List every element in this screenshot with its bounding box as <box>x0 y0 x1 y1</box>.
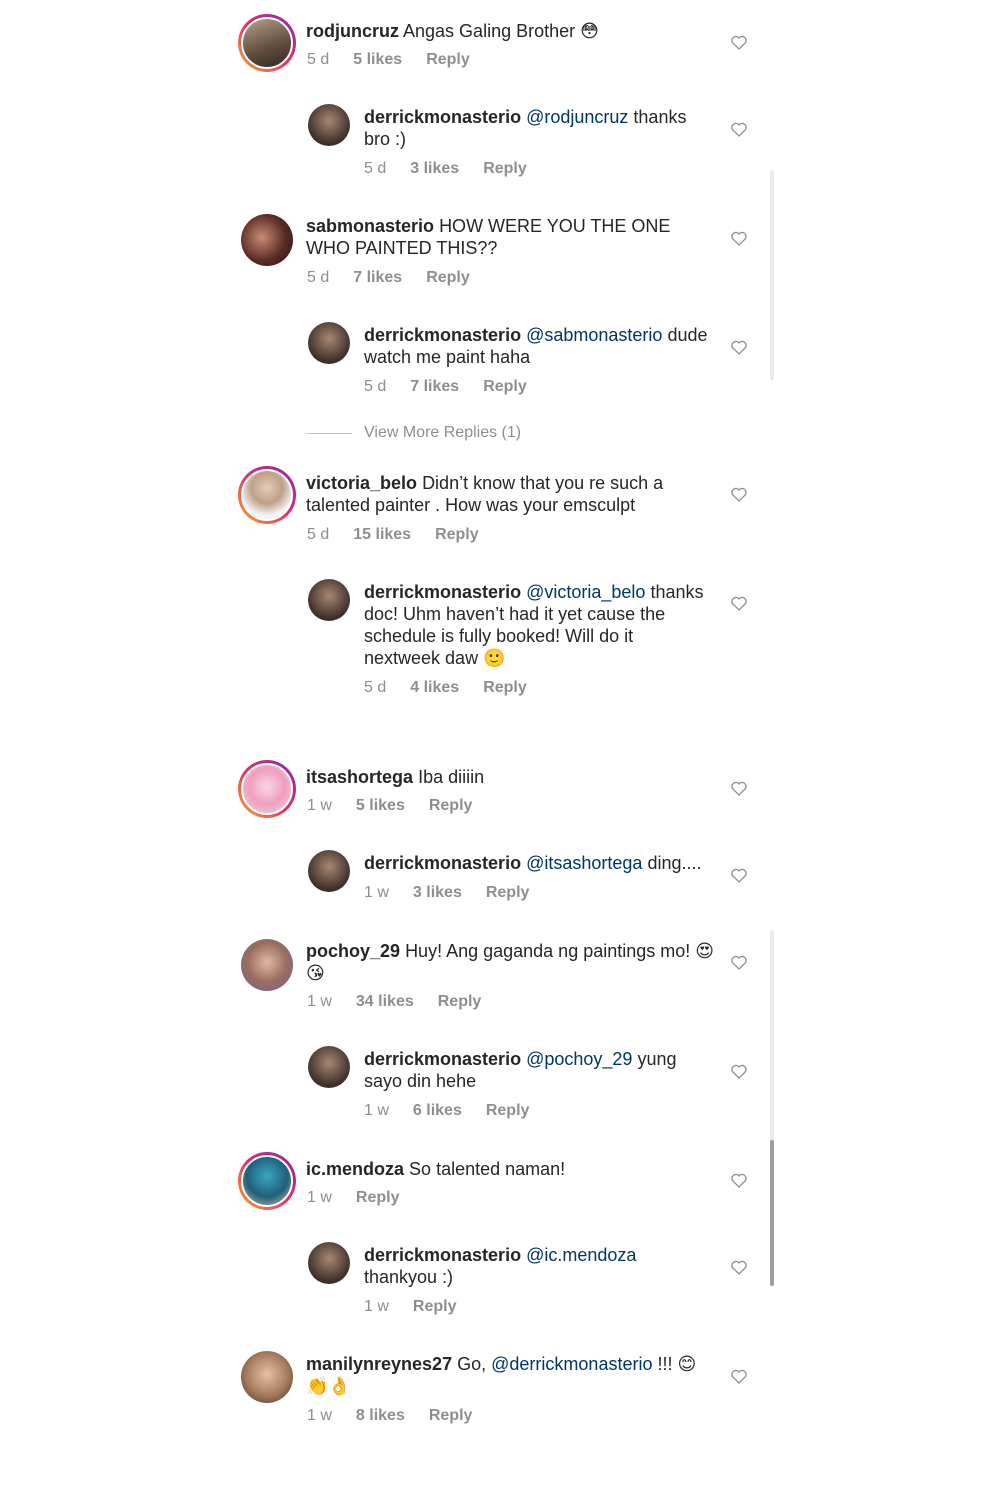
comment-username[interactable]: ic.mendoza <box>306 1159 404 1179</box>
comment-likes[interactable]: 7 likes <box>353 269 402 287</box>
comment-time: 1 w <box>364 1102 389 1119</box>
scrollbar-thumb[interactable] <box>770 1140 774 1286</box>
avatar[interactable] <box>241 939 293 991</box>
avatar[interactable] <box>238 1152 296 1210</box>
reply-button[interactable]: Reply <box>426 269 470 287</box>
mention-link[interactable]: @itsashortega <box>526 853 642 873</box>
comment-time: 5 d <box>307 51 330 68</box>
avatar[interactable] <box>308 104 350 146</box>
comment-time: 1 w <box>307 1189 332 1206</box>
heart-outline-icon[interactable] <box>730 780 748 796</box>
comment-text-after: !!! <box>657 1354 673 1374</box>
heart-outline-icon[interactable] <box>730 486 748 502</box>
mention-link[interactable]: @sabmonasterio <box>526 325 662 345</box>
emoji: 😳 <box>580 21 599 41</box>
comment-text: So talented naman! <box>409 1159 566 1179</box>
comment-likes[interactable]: 6 likes <box>413 1102 462 1120</box>
heart-outline-icon[interactable] <box>730 1063 748 1079</box>
mention-link[interactable]: @pochoy_29 <box>526 1049 632 1069</box>
heart-outline-icon[interactable] <box>730 595 748 611</box>
avatar[interactable] <box>308 1046 350 1088</box>
comment-text: Huy! Ang gaganda ng paintings mo! <box>405 941 691 961</box>
emoji: 🙂 <box>483 648 506 668</box>
comment-time: 1 w <box>307 993 332 1010</box>
heart-outline-icon[interactable] <box>730 230 748 246</box>
heart-outline-icon[interactable] <box>730 339 748 355</box>
comment-likes[interactable]: 5 likes <box>356 797 405 815</box>
scrollbar-track[interactable] <box>770 170 774 380</box>
comment-username[interactable]: derrickmonasterio <box>364 853 521 873</box>
reply-button[interactable]: Reply <box>356 1189 400 1207</box>
reply-button[interactable]: Reply <box>486 1102 530 1120</box>
avatar[interactable] <box>241 214 293 266</box>
reply-button[interactable]: Reply <box>429 797 473 815</box>
heart-outline-icon[interactable] <box>730 867 748 883</box>
comment-time: 1 w <box>307 797 332 814</box>
reply-button[interactable]: Reply <box>486 884 530 902</box>
comment-text: Angas Galing Brother <box>403 21 576 41</box>
comment-likes[interactable]: 4 likes <box>410 679 459 697</box>
comment-username[interactable]: sabmonasterio <box>306 216 434 236</box>
reply-button[interactable]: Reply <box>429 1407 473 1425</box>
view-more-replies-label: View More Replies (1) <box>364 424 522 441</box>
divider <box>306 432 352 434</box>
mention-link[interactable]: @rodjuncruz <box>526 107 628 127</box>
heart-outline-icon[interactable] <box>730 1172 748 1188</box>
avatar[interactable] <box>238 14 296 72</box>
avatar[interactable] <box>308 322 350 364</box>
reply-button[interactable]: Reply <box>413 1298 457 1316</box>
heart-outline-icon[interactable] <box>730 121 748 137</box>
comment-username[interactable]: pochoy_29 <box>306 941 400 961</box>
comment-time: 5 d <box>307 269 330 286</box>
view-more-replies-button[interactable]: View More Replies (1) <box>306 424 521 442</box>
comment-username[interactable]: victoria_belo <box>306 473 417 493</box>
comment-text: ding.... <box>647 853 702 873</box>
comment-username[interactable]: derrickmonasterio <box>364 582 521 602</box>
comment-time: 1 w <box>307 1407 332 1424</box>
comment-likes[interactable]: 15 likes <box>353 526 411 544</box>
heart-outline-icon[interactable] <box>730 954 748 970</box>
reply-button[interactable]: Reply <box>483 160 527 178</box>
comment-likes[interactable]: 8 likes <box>356 1407 405 1425</box>
comment-likes[interactable]: 5 likes <box>353 51 402 69</box>
comment-likes[interactable]: 3 likes <box>413 884 462 902</box>
avatar[interactable] <box>308 850 350 892</box>
comment-username[interactable]: itsashortega <box>306 767 413 787</box>
comment-likes[interactable]: 3 likes <box>410 160 459 178</box>
comment-text: thankyou :) <box>364 1267 454 1287</box>
comment-likes[interactable]: 7 likes <box>410 378 459 396</box>
comment-time: 5 d <box>364 378 387 395</box>
comment-text: Go, <box>457 1354 487 1374</box>
mention-link[interactable]: @ic.mendoza <box>526 1245 636 1265</box>
heart-outline-icon[interactable] <box>730 1368 748 1384</box>
avatar[interactable] <box>308 579 350 621</box>
comment-time: 5 d <box>364 679 387 696</box>
comment-time: 1 w <box>364 1298 389 1315</box>
comment-likes[interactable]: 34 likes <box>356 993 414 1011</box>
reply-button[interactable]: Reply <box>426 51 470 69</box>
reply-button[interactable]: Reply <box>483 378 527 396</box>
mention-link[interactable]: @derrickmonasterio <box>491 1354 652 1374</box>
comment-text: Iba diiiin <box>418 767 485 787</box>
avatar[interactable] <box>238 466 296 524</box>
comment-username[interactable]: derrickmonasterio <box>364 325 521 345</box>
reply-button[interactable]: Reply <box>435 526 479 544</box>
comment-username[interactable]: derrickmonasterio <box>364 1245 521 1265</box>
comment-time: 5 d <box>364 160 387 177</box>
comment-username[interactable]: derrickmonasterio <box>364 107 521 127</box>
avatar[interactable] <box>241 1351 293 1403</box>
heart-outline-icon[interactable] <box>730 34 748 50</box>
avatar[interactable] <box>238 760 296 818</box>
avatar[interactable] <box>308 1242 350 1284</box>
comment-username[interactable]: manilynreynes27 <box>306 1354 452 1374</box>
comment-username[interactable]: rodjuncruz <box>306 21 399 41</box>
reply-button[interactable]: Reply <box>483 679 527 697</box>
mention-link[interactable]: @victoria_belo <box>526 582 645 602</box>
heart-outline-icon[interactable] <box>730 1259 748 1275</box>
comment-time: 1 w <box>364 884 389 901</box>
comment-time: 5 d <box>307 526 330 543</box>
comment-username[interactable]: derrickmonasterio <box>364 1049 521 1069</box>
reply-button[interactable]: Reply <box>438 993 482 1011</box>
